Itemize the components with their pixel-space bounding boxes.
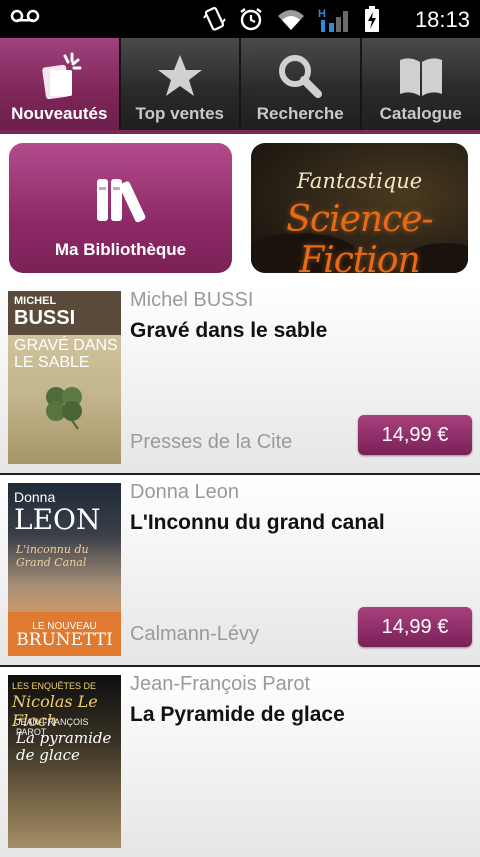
battery-charging-icon	[364, 6, 380, 32]
wifi-icon	[276, 7, 306, 31]
voicemail-icon	[10, 9, 40, 23]
cover-title: GRAVÉ DANS LE SABLE	[14, 337, 118, 371]
tab-label: Recherche	[241, 104, 360, 124]
book-cover: LES ENQUÊTES DE Nicolas Le Floch JEAN-FR…	[8, 675, 121, 848]
book-list-item[interactable]: MICHEL BUSSI GRAVÉ DANS LE SABLE Michel …	[0, 283, 480, 473]
open-book-icon	[396, 52, 446, 100]
book-title: L'Inconnu du grand canal	[130, 511, 385, 535]
cover-band: LE NOUVEAU BRUNETTI	[8, 612, 121, 656]
tab-catalogue[interactable]: Catalogue	[362, 38, 480, 130]
my-library-button[interactable]: Ma Bibliothèque	[9, 143, 232, 273]
book-list-item[interactable]: Donna LEON L'inconnu du Grand Canal LE N…	[0, 475, 480, 665]
status-bar: H 18:13	[0, 0, 480, 38]
tab-label: Top ventes	[121, 104, 240, 124]
cover-title: L'inconnu du Grand Canal	[16, 543, 116, 569]
genre-subtitle: Fantastique	[251, 169, 468, 193]
genre-title: Science-Fiction	[251, 199, 468, 273]
science-fiction-banner[interactable]: Fantastique Science-Fiction	[251, 143, 468, 273]
tab-nouveautes[interactable]: Nouveautés	[0, 38, 119, 130]
book-cover: MICHEL BUSSI GRAVÉ DANS LE SABLE	[8, 291, 121, 464]
book-title: La Pyramide de glace	[130, 703, 345, 727]
price-button[interactable]: 14,99 €	[358, 607, 472, 647]
cover-series: LES ENQUÊTES DE	[12, 681, 96, 691]
price-button[interactable]: 14,99 €	[358, 415, 472, 455]
cover-author-big: BUSSI	[14, 307, 75, 330]
vibrate-icon	[202, 6, 226, 32]
my-library-label: Ma Bibliothèque	[9, 240, 232, 260]
book-list-item[interactable]: LES ENQUÊTES DE Nicolas Le Floch JEAN-FR…	[0, 667, 480, 857]
tab-top-ventes[interactable]: Top ventes	[121, 38, 240, 130]
book-title: Gravé dans le sable	[130, 319, 327, 343]
cover-title: La pyramide de glace	[16, 730, 116, 764]
book-publisher: Calmann-Lévy	[130, 623, 259, 646]
books-icon	[95, 177, 151, 223]
book-author: Michel BUSSI	[130, 289, 253, 312]
tab-label: Nouveautés	[0, 104, 119, 124]
book-cover: Donna LEON L'inconnu du Grand Canal LE N…	[8, 483, 121, 656]
cover-author-small: MICHEL	[14, 295, 56, 307]
book-author: Donna Leon	[130, 481, 239, 504]
tab-label: Catalogue	[362, 104, 480, 124]
alarm-icon	[238, 6, 264, 32]
clover-icon	[38, 379, 90, 431]
book-author: Jean-François Parot	[130, 673, 310, 696]
cover-author-big: LEON	[14, 503, 101, 536]
tab-recherche[interactable]: Recherche	[241, 38, 360, 130]
cover-band-big: BRUNETTI	[8, 630, 121, 650]
tab-indicator-line	[0, 130, 480, 134]
star-icon	[155, 52, 205, 100]
new-items-icon	[34, 52, 84, 100]
signal-icon: H	[318, 6, 352, 32]
search-icon	[275, 52, 325, 100]
tab-bar: Nouveautés Top ventes Recherche Catalogu…	[0, 38, 480, 130]
status-time: 18:13	[415, 7, 470, 33]
book-publisher: Presses de la Cite	[130, 431, 292, 454]
svg-text:H: H	[318, 8, 326, 20]
